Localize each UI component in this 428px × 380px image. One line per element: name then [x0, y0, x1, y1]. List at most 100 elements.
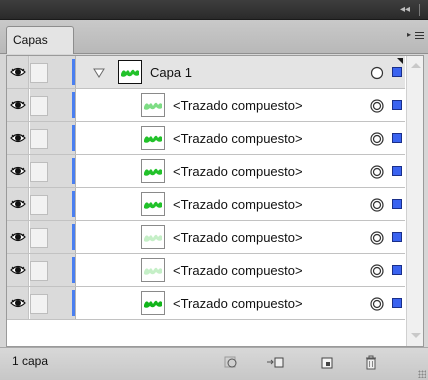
sublayer-row[interactable]: <Trazado compuesto>	[7, 89, 405, 122]
layer-color-bar	[72, 290, 75, 316]
layer-thumbnail	[141, 126, 165, 150]
sublayer-name: <Trazado compuesto>	[173, 197, 303, 212]
lock-toggle[interactable]	[30, 294, 48, 314]
selection-indicator[interactable]	[392, 232, 402, 242]
target-circle-icon[interactable]	[370, 297, 384, 311]
eye-icon	[10, 165, 26, 177]
lock-toggle[interactable]	[30, 162, 48, 182]
layer-thumbnail	[141, 225, 165, 249]
visibility-toggle[interactable]	[7, 122, 29, 154]
trash-icon[interactable]	[363, 354, 379, 370]
sublayer-name: <Trazado compuesto>	[173, 230, 303, 245]
lock-cell	[30, 155, 76, 187]
target-circle-icon[interactable]	[370, 66, 384, 80]
sublayer-name: <Trazado compuesto>	[173, 263, 303, 278]
layer-thumbnail	[141, 192, 165, 216]
layer-list: Capa 1 <Trazado compuesto> <Trazado compue…	[6, 55, 424, 347]
title-bar-divider	[419, 4, 420, 16]
layers-panel: ◂◂ Capas ▸ Capa 1 <Trazado compuesto> <Tra…	[0, 0, 428, 380]
lock-cell	[30, 188, 76, 220]
layer-color-bar	[72, 92, 75, 118]
scroll-up-arrow-icon[interactable]	[411, 63, 421, 68]
eye-icon	[10, 99, 26, 111]
target-circle-icon[interactable]	[370, 99, 384, 113]
selection-indicator[interactable]	[392, 298, 402, 308]
lock-toggle[interactable]	[30, 228, 48, 248]
layer-color-bar	[72, 158, 75, 184]
selection-indicator[interactable]	[392, 67, 402, 77]
layer-color-bar	[72, 224, 75, 250]
sublayer-name: <Trazado compuesto>	[173, 296, 303, 311]
panel-title-bar: ◂◂	[0, 0, 428, 20]
panel-footer: 1 capa	[0, 347, 428, 380]
layer-color-bar	[72, 191, 75, 217]
selection-indicator[interactable]	[392, 265, 402, 275]
selection-indicator[interactable]	[392, 199, 402, 209]
sublayer-row[interactable]: <Trazado compuesto>	[7, 122, 405, 155]
target-circle-icon[interactable]	[370, 231, 384, 245]
collapse-panel-button[interactable]: ◂◂	[396, 3, 414, 17]
eye-icon	[10, 198, 26, 210]
lock-cell	[30, 122, 76, 154]
target-circle-icon[interactable]	[370, 132, 384, 146]
lock-toggle[interactable]	[30, 261, 48, 281]
sublayer-name: <Trazado compuesto>	[173, 98, 303, 113]
eye-icon	[10, 66, 26, 78]
lock-toggle[interactable]	[30, 96, 48, 116]
new-sublayer-icon[interactable]	[266, 354, 286, 370]
layer-thumbnail	[141, 93, 165, 117]
visibility-toggle[interactable]	[7, 155, 29, 187]
sublayer-row[interactable]: <Trazado compuesto>	[7, 221, 405, 254]
current-layer-corner-icon	[397, 58, 403, 64]
menu-arrow-icon: ▸	[407, 30, 412, 39]
sublayer-row[interactable]: <Trazado compuesto>	[7, 188, 405, 221]
sublayer-name: <Trazado compuesto>	[173, 131, 303, 146]
eye-icon	[10, 297, 26, 309]
resize-grip-icon[interactable]	[418, 370, 426, 378]
sublayer-row[interactable]: <Trazado compuesto>	[7, 155, 405, 188]
eye-icon	[10, 132, 26, 144]
vertical-scrollbar[interactable]	[406, 56, 423, 346]
visibility-toggle[interactable]	[7, 188, 29, 220]
clipping-mask-icon[interactable]	[223, 354, 239, 370]
lock-cell	[30, 221, 76, 253]
selection-indicator[interactable]	[392, 166, 402, 176]
lock-cell	[30, 254, 76, 286]
lock-cell	[30, 56, 76, 88]
sublayer-row[interactable]: <Trazado compuesto>	[7, 254, 405, 287]
lock-toggle[interactable]	[30, 129, 48, 149]
layer-color-bar	[72, 125, 75, 151]
layer-thumbnail	[141, 258, 165, 282]
eye-icon	[10, 231, 26, 243]
lock-cell	[30, 287, 76, 319]
new-layer-icon[interactable]	[319, 354, 335, 370]
disclosure-triangle-icon[interactable]	[93, 67, 105, 78]
layer-thumbnail	[118, 60, 142, 84]
visibility-toggle[interactable]	[7, 254, 29, 286]
sublayer-row[interactable]: <Trazado compuesto>	[7, 287, 405, 320]
lock-cell	[30, 89, 76, 121]
panel-menu-icon[interactable]: ▸	[406, 30, 424, 44]
lock-toggle[interactable]	[30, 63, 48, 83]
visibility-toggle[interactable]	[7, 89, 29, 121]
tab-bar: Capas ▸	[0, 20, 428, 54]
layer-count-label: 1 capa	[12, 354, 49, 368]
visibility-toggle[interactable]	[7, 221, 29, 253]
visibility-toggle[interactable]	[7, 56, 29, 88]
layer-row[interactable]: Capa 1	[7, 56, 405, 89]
target-circle-icon[interactable]	[370, 264, 384, 278]
layer-color-bar	[72, 59, 75, 85]
menu-lines-icon	[415, 32, 424, 41]
layer-color-bar	[72, 257, 75, 283]
selection-indicator[interactable]	[392, 100, 402, 110]
eye-icon	[10, 264, 26, 276]
sublayer-name: <Trazado compuesto>	[173, 164, 303, 179]
tab-layers[interactable]: Capas	[6, 26, 74, 54]
lock-toggle[interactable]	[30, 195, 48, 215]
target-circle-icon[interactable]	[370, 198, 384, 212]
selection-indicator[interactable]	[392, 133, 402, 143]
target-circle-icon[interactable]	[370, 165, 384, 179]
layer-thumbnail	[141, 159, 165, 183]
scroll-down-arrow-icon[interactable]	[411, 333, 421, 338]
visibility-toggle[interactable]	[7, 287, 29, 319]
